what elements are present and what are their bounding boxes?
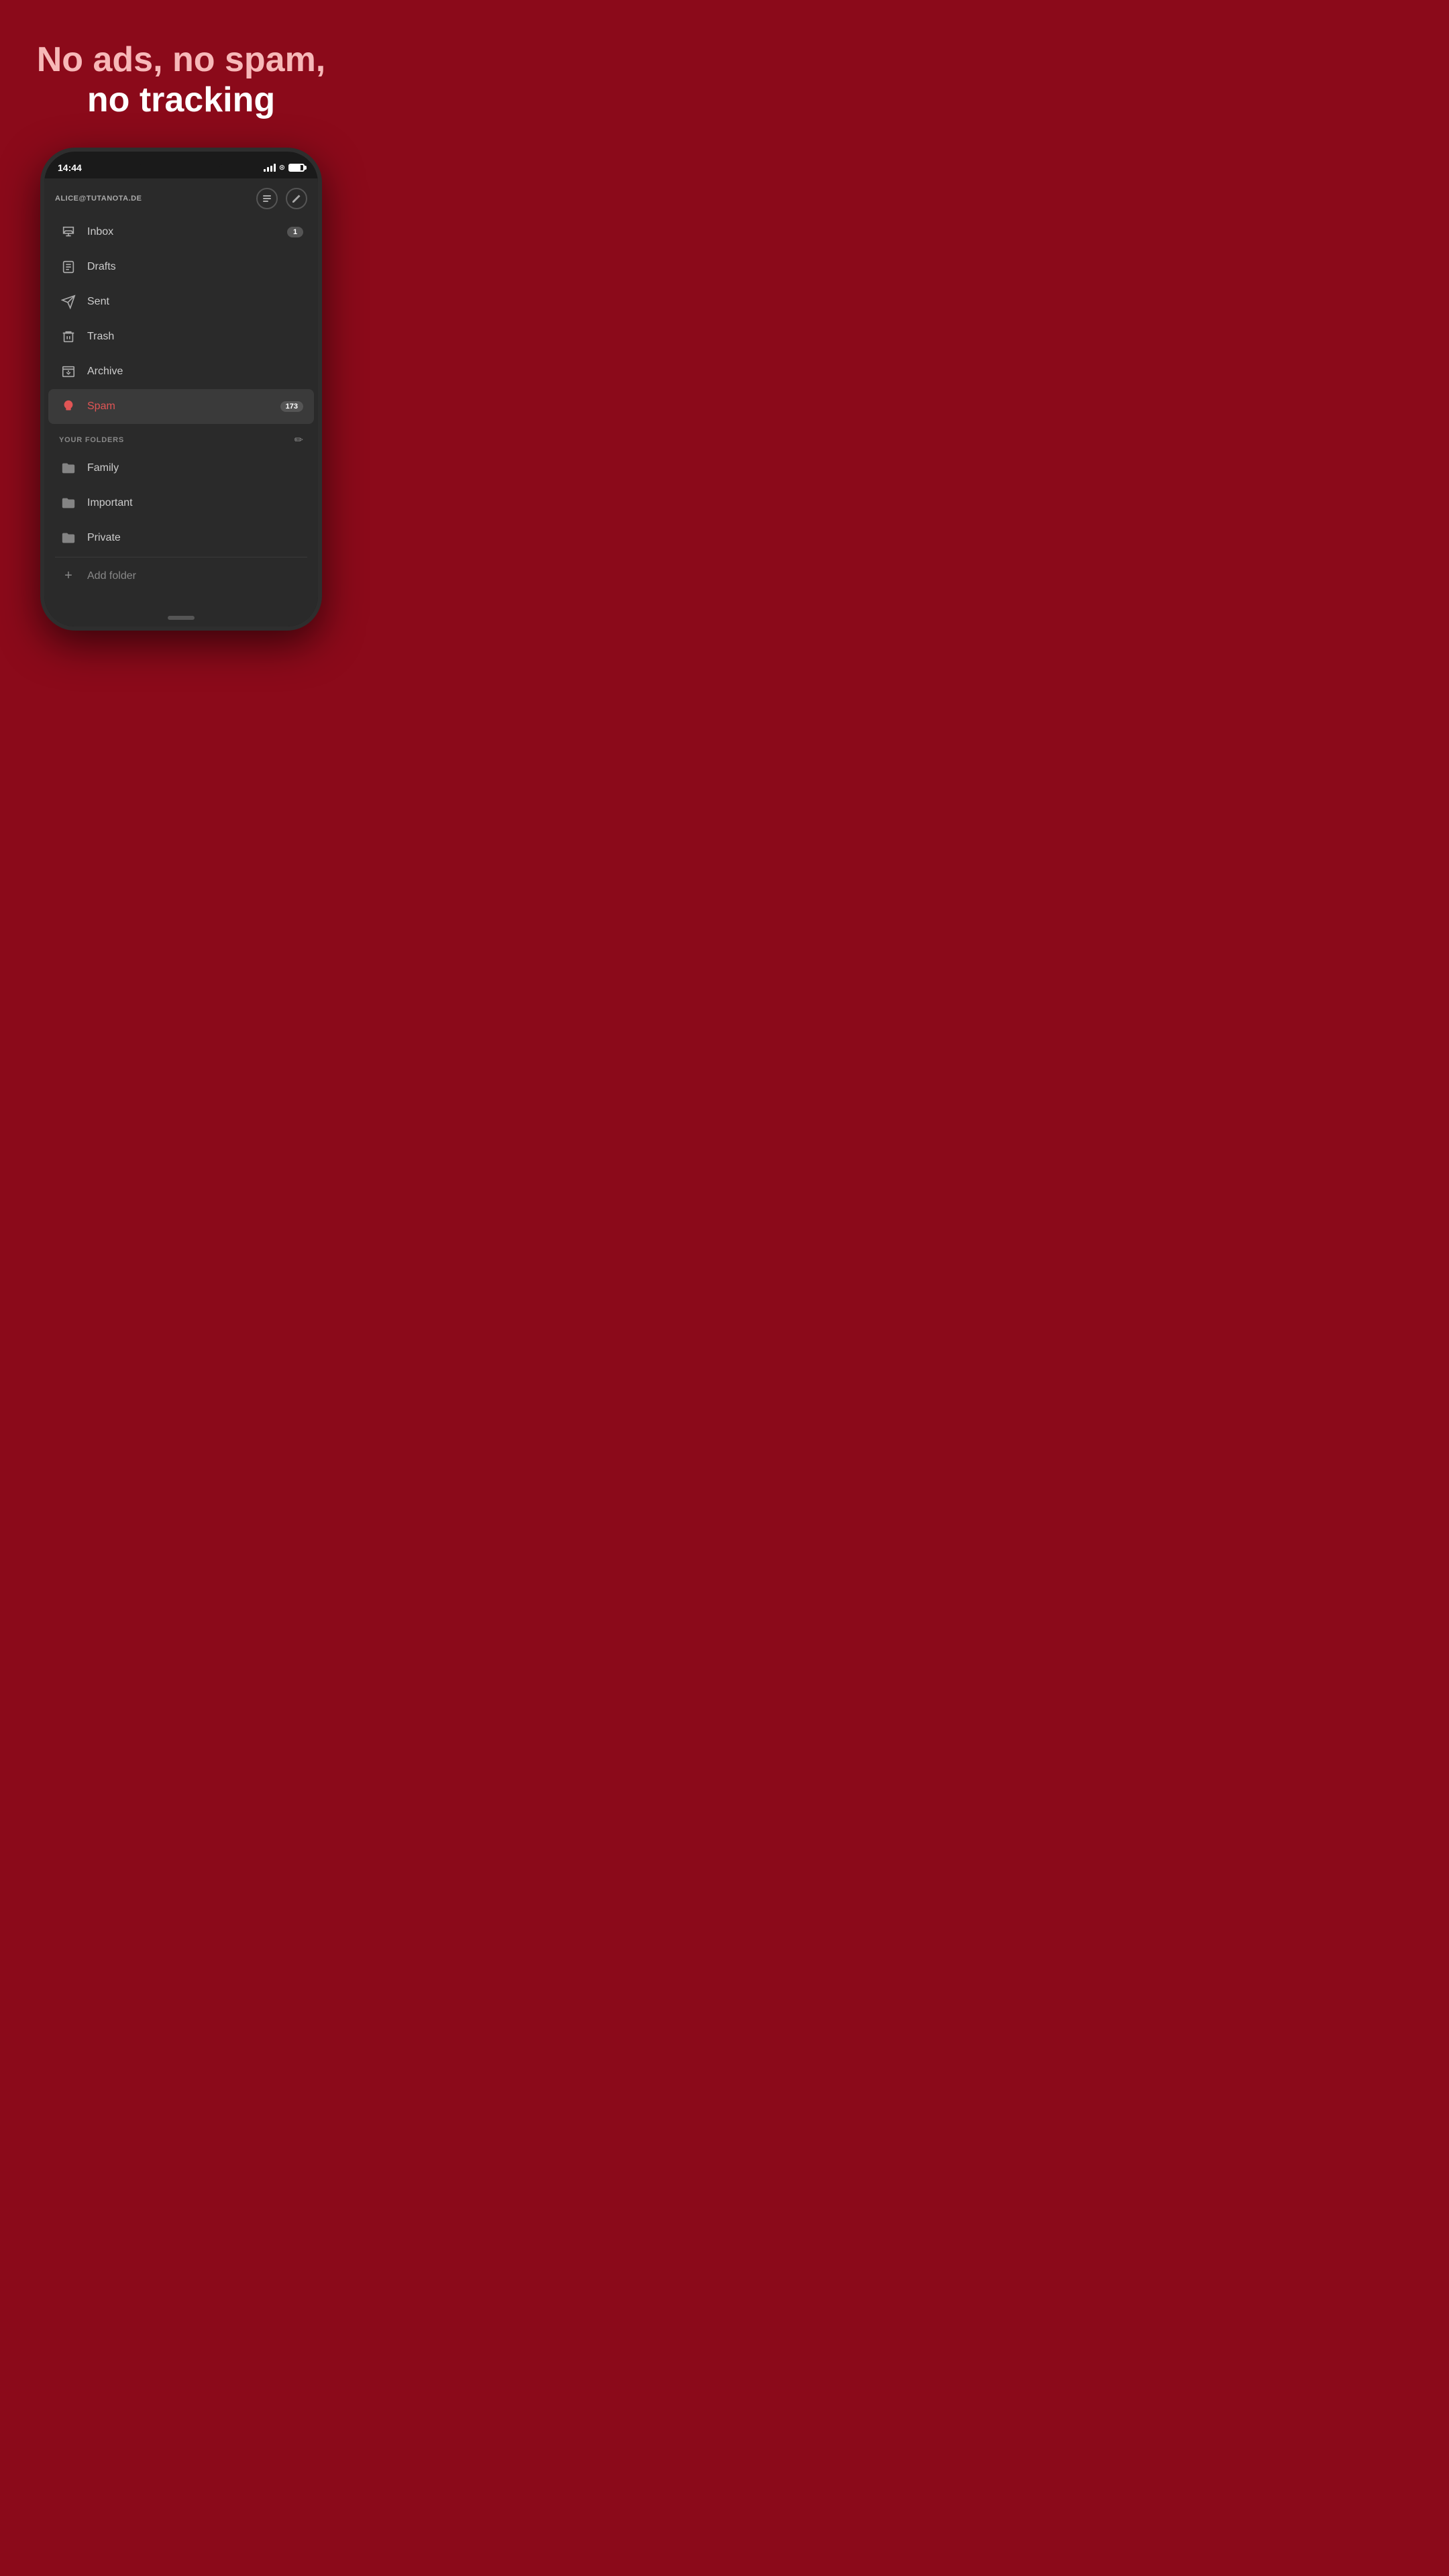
add-folder-item[interactable]: + Add folder: [48, 559, 314, 594]
important-label: Important: [87, 497, 303, 509]
spam-icon: [59, 397, 78, 416]
private-folder-icon: [59, 529, 78, 547]
archive-icon: [59, 362, 78, 381]
compose-button[interactable]: [286, 188, 307, 209]
phone-notch: [138, 152, 225, 169]
trash-icon: [59, 327, 78, 346]
nav-item-family[interactable]: Family: [48, 451, 314, 486]
drafts-icon: [59, 258, 78, 276]
nav-item-trash[interactable]: Trash: [48, 319, 314, 354]
nav-item-important[interactable]: Important: [48, 486, 314, 521]
headline-section: No ads, no spam, no tracking: [0, 0, 362, 148]
add-folder-icon: +: [59, 567, 78, 586]
nav-item-spam[interactable]: Spam 173: [48, 389, 314, 424]
folders-section-header: YOUR FOLDERS ✏: [44, 424, 318, 451]
add-folder-label: Add folder: [87, 570, 136, 582]
archive-label: Archive: [87, 366, 303, 378]
sent-icon: [59, 292, 78, 311]
checklist-icon: [262, 193, 272, 204]
family-folder-icon: [59, 459, 78, 478]
important-folder-icon: [59, 494, 78, 513]
folders-edit-button[interactable]: ✏: [294, 433, 303, 447]
nav-item-archive[interactable]: Archive: [48, 354, 314, 389]
status-icons: ⊛: [264, 163, 305, 172]
trash-label: Trash: [87, 331, 303, 343]
wifi-icon: ⊛: [279, 163, 285, 172]
account-email: ALICE@TUTANOTA.DE: [55, 195, 142, 203]
nav-item-inbox[interactable]: Inbox 1: [48, 215, 314, 250]
app-content: ALICE@TUTANOTA.DE: [44, 178, 318, 627]
battery-icon: [288, 164, 305, 172]
family-label: Family: [87, 462, 303, 474]
checklist-button[interactable]: [256, 188, 278, 209]
inbox-badge: 1: [287, 227, 303, 237]
nav-item-sent[interactable]: Sent: [48, 284, 314, 319]
home-indicator: [168, 616, 195, 620]
phone-mockup: 14:44 ⊛ ALICE@TUTANOTA.DE: [40, 148, 322, 631]
spam-label: Spam: [87, 400, 271, 413]
header-actions: [256, 188, 307, 209]
inbox-icon: [59, 223, 78, 241]
headline-text: No ads, no spam, no tracking: [27, 40, 335, 121]
status-time: 14:44: [58, 162, 82, 173]
folders-section-title: YOUR FOLDERS: [59, 436, 124, 444]
drafts-label: Drafts: [87, 261, 303, 273]
signal-icon: [264, 164, 276, 172]
private-label: Private: [87, 532, 303, 544]
nav-item-private[interactable]: Private: [48, 521, 314, 555]
app-header: ALICE@TUTANOTA.DE: [44, 178, 318, 215]
inbox-label: Inbox: [87, 226, 278, 238]
nav-item-drafts[interactable]: Drafts: [48, 250, 314, 284]
sent-label: Sent: [87, 296, 303, 308]
compose-icon: [291, 193, 302, 204]
spam-badge: 173: [280, 401, 303, 412]
